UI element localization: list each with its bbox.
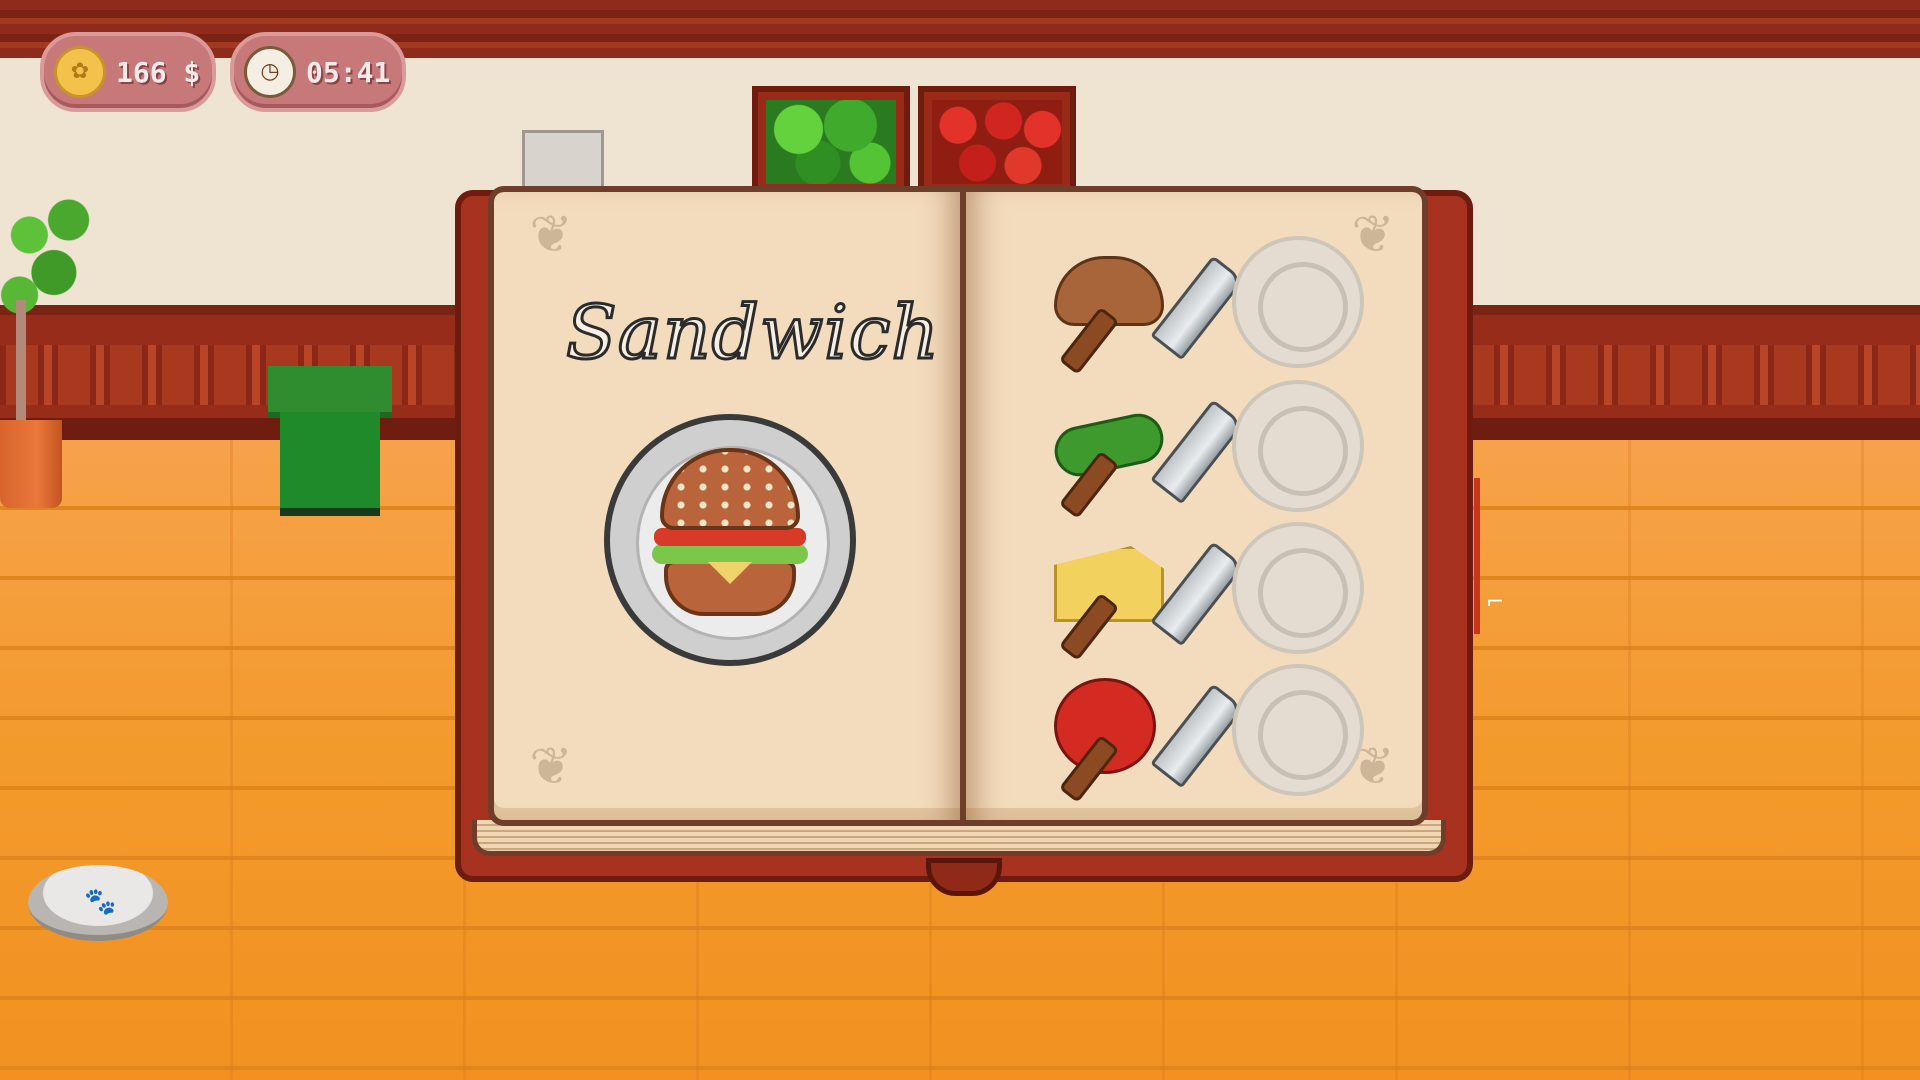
lettuce-crate[interactable] <box>752 86 910 196</box>
knife-icon <box>1058 236 1245 375</box>
knife-icon <box>1058 522 1245 661</box>
knife-icon <box>1058 380 1245 519</box>
tomato-icon <box>932 100 1062 184</box>
trash-bin-body <box>280 412 380 516</box>
timer-value: 05:41 <box>306 55 391 89</box>
recipe-step-cucumber <box>1040 370 1400 519</box>
paw-icon: 🐾 <box>84 887 117 917</box>
timer: ◷ 05:41 <box>230 32 406 112</box>
plant-leaves <box>0 190 98 340</box>
corner-ornament-icon: ❦ <box>529 205 573 265</box>
clock-icon: ◷ <box>244 46 296 98</box>
recipe-step-bread <box>1040 226 1400 375</box>
ingredient-slot[interactable] <box>1232 380 1364 512</box>
sandwich-icon <box>652 448 808 628</box>
money-value: 166 $ <box>116 55 201 89</box>
ingredient-slot[interactable] <box>1232 522 1364 654</box>
plant-stem <box>16 300 26 424</box>
tomato-crate[interactable] <box>918 86 1076 196</box>
knife-icon <box>1058 664 1245 803</box>
trash-bin[interactable] <box>268 366 392 516</box>
lettuce-icon <box>766 100 896 184</box>
coin-icon: ✿ <box>54 46 106 98</box>
corner-ornament-icon: ❦ <box>529 737 573 797</box>
trash-bin-lid <box>268 366 392 418</box>
pet-bowl[interactable]: 🐾 <box>28 865 168 941</box>
ingredient-slot[interactable] <box>1232 664 1364 796</box>
cursor-icon: ⌐ <box>1486 590 1505 615</box>
recipe-step-cheese <box>1040 512 1400 661</box>
door-marker <box>1474 478 1480 634</box>
recipe-step-tomato <box>1040 654 1400 803</box>
plant-pot[interactable] <box>0 420 62 508</box>
ingredient-slot[interactable] <box>1232 236 1364 368</box>
money-counter: ✿ 166 $ <box>40 32 216 112</box>
recipe-title: Sandwich <box>565 289 941 378</box>
